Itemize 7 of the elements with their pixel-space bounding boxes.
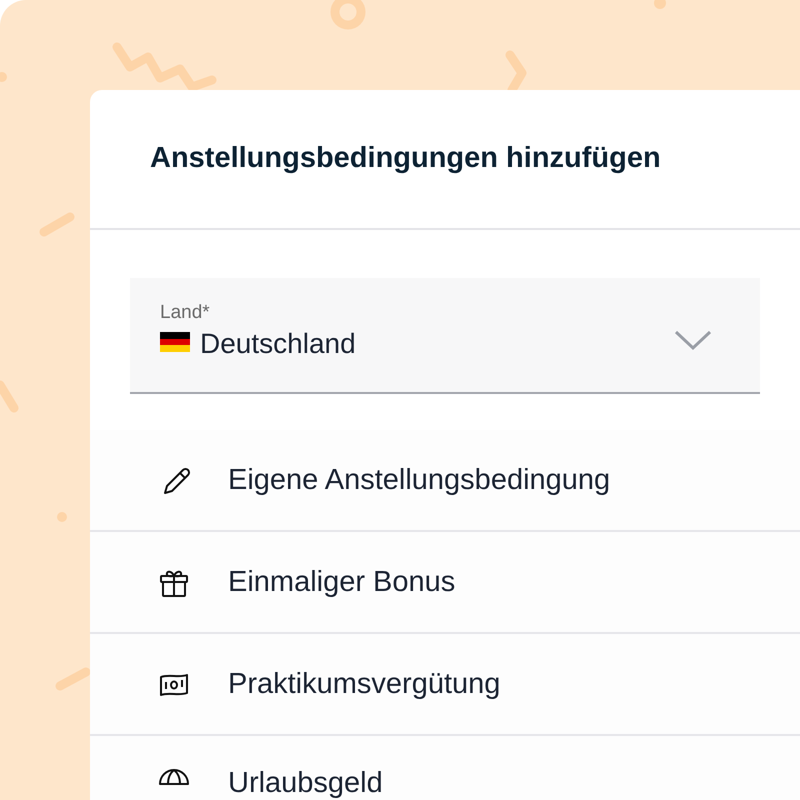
umbrella-icon [156, 768, 192, 784]
dialog-title: Anstellungsbedingungen hinzufügen [150, 142, 661, 175]
flag-icon [160, 332, 190, 352]
field-value: Deutschland [200, 328, 356, 360]
field-label: Land* [160, 302, 210, 324]
country-select[interactable]: Land* Deutschland [130, 278, 760, 394]
chevron-down-icon [674, 329, 712, 351]
